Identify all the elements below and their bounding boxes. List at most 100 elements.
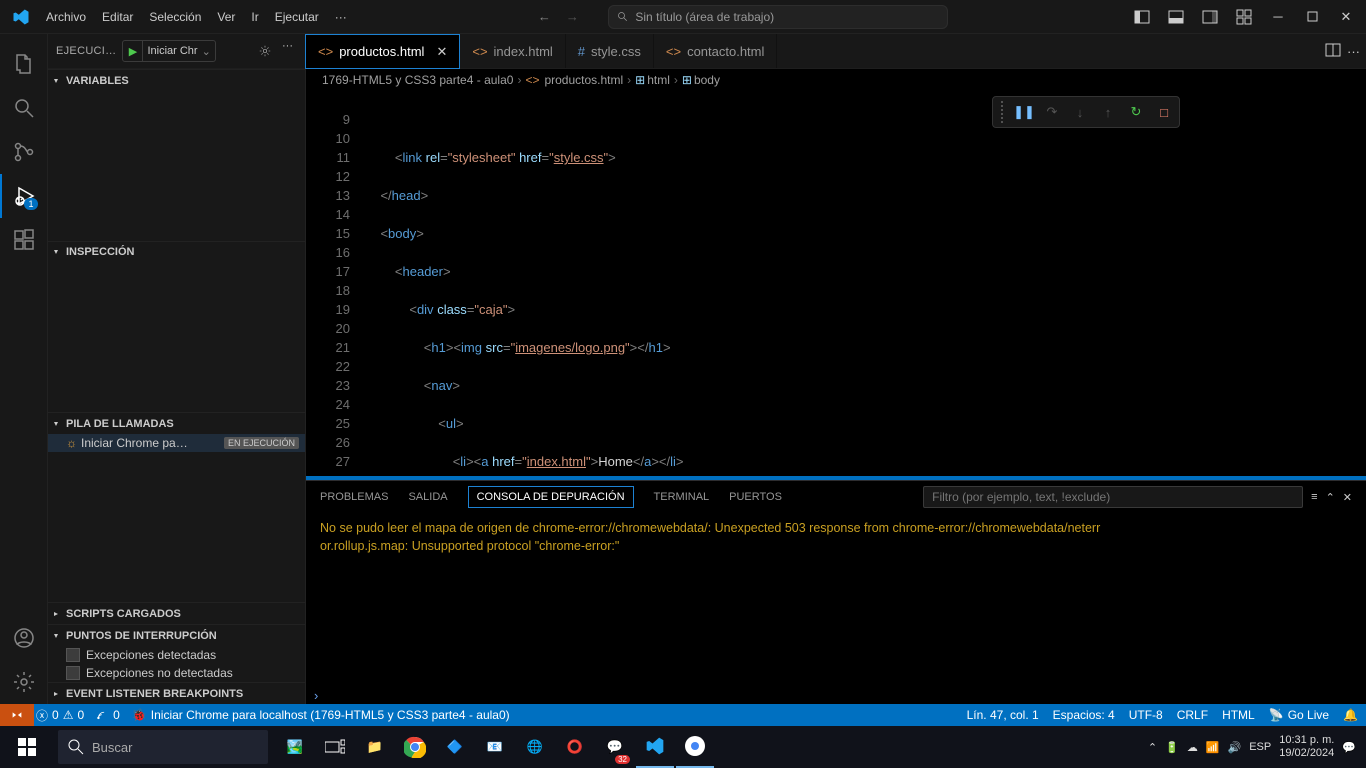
more-actions-icon[interactable]: ··· — [1347, 44, 1360, 59]
more-icon[interactable]: ··· — [278, 40, 297, 62]
taskbar-vscode[interactable] — [636, 726, 674, 768]
panel-tab-problems[interactable]: PROBLEMAS — [320, 487, 388, 507]
menu-more[interactable]: ··· — [327, 6, 355, 28]
status-launch[interactable]: 🐞 Iniciar Chrome para localhost (1769-HT… — [132, 708, 510, 722]
taskbar-search[interactable]: Buscar — [58, 730, 268, 764]
tab-index[interactable]: <>index.html — [460, 34, 565, 68]
panel-resize-handle[interactable] — [306, 476, 1366, 480]
editor-tabs: <>productos.html✕ <>index.html #style.cs… — [306, 34, 1366, 69]
status-errors[interactable]: ⓧ 0 ⚠ 0 — [36, 707, 84, 724]
system-tray[interactable]: ⌃ 🔋 ☁ 📶 🔊 ESP 10:31 p. m.19/02/2024 💬 — [1148, 734, 1362, 760]
stop-button[interactable]: □ — [1153, 101, 1175, 123]
command-center[interactable]: Sin título (área de trabajo) — [608, 5, 948, 29]
menu-selection[interactable]: Selección — [141, 6, 209, 28]
menu-go[interactable]: Ir — [243, 6, 266, 28]
tray-onedrive-icon[interactable]: ☁ — [1187, 741, 1198, 754]
task-view-icon[interactable] — [316, 726, 354, 768]
bp-caught[interactable]: Excepciones detectadas — [48, 646, 305, 664]
tray-language[interactable]: ESP — [1249, 741, 1271, 753]
section-loaded-scripts[interactable]: SCRIPTS CARGADOS — [48, 602, 305, 624]
tray-battery-icon[interactable]: 🔋 — [1165, 741, 1179, 754]
close-icon[interactable]: ✕ — [436, 44, 447, 60]
breadcrumb[interactable]: 1769-HTML5 y CSS3 parte4 - aula0› <>prod… — [306, 69, 1366, 91]
status-cursor[interactable]: Lín. 47, col. 1 — [967, 708, 1039, 722]
tray-volume-icon[interactable]: 🔊 — [1228, 741, 1242, 754]
launch-config[interactable]: ▶ Iniciar Chr⌄ — [122, 40, 215, 62]
activity-scm[interactable] — [0, 130, 48, 174]
layout-toggle-3[interactable] — [1194, 3, 1226, 31]
drag-handle-icon[interactable] — [997, 101, 1007, 123]
window-maximize[interactable] — [1296, 3, 1328, 31]
tab-productos[interactable]: <>productos.html✕ — [306, 34, 460, 68]
start-debug-button[interactable]: ▶ — [123, 41, 143, 61]
layout-toggle-1[interactable] — [1126, 3, 1158, 31]
taskbar-app1[interactable]: 🔷 — [436, 726, 474, 768]
status-spaces[interactable]: Espacios: 4 — [1053, 708, 1115, 722]
taskbar-opera[interactable]: ⭕ — [556, 726, 594, 768]
bp-uncaught[interactable]: Excepciones no detectadas — [48, 664, 305, 682]
debug-console-output[interactable]: No se pudo leer el mapa de origen de chr… — [306, 513, 1366, 704]
debug-console-input[interactable]: › — [306, 686, 1366, 704]
callstack-item[interactable]: ☼ Iniciar Chrome pa… EN EJECUCIÓN — [48, 434, 305, 452]
taskbar-weather[interactable]: 🏞️ — [276, 726, 314, 768]
taskbar-edge[interactable]: 🌐 — [516, 726, 554, 768]
section-variables[interactable]: VARIABLES — [48, 69, 305, 91]
start-button[interactable] — [4, 726, 50, 768]
tray-wifi-icon[interactable]: 📶 — [1206, 741, 1220, 754]
status-eol[interactable]: CRLF — [1177, 708, 1208, 722]
taskbar-chrome2[interactable] — [676, 726, 714, 768]
maximize-panel-icon[interactable]: ⌃ — [1326, 491, 1335, 504]
status-golive[interactable]: 📡 Go Live — [1269, 708, 1329, 722]
window-minimize[interactable]: ─ — [1262, 3, 1294, 31]
debug-toolbar[interactable]: ❚❚ ↷ ↓ ↑ ↻ □ — [992, 96, 1180, 128]
close-panel-icon[interactable]: ✕ — [1343, 491, 1352, 504]
section-callstack[interactable]: PILA DE LLAMADAS — [48, 412, 305, 434]
panel-tab-output[interactable]: SALIDA — [408, 487, 447, 507]
layout-customize[interactable] — [1228, 3, 1260, 31]
activity-account[interactable] — [0, 616, 48, 660]
activity-settings[interactable] — [0, 660, 48, 704]
activity-extensions[interactable] — [0, 218, 48, 262]
clear-console-icon[interactable]: ≡ — [1311, 491, 1317, 503]
menu-edit[interactable]: Editar — [94, 6, 141, 28]
taskbar-chrome[interactable] — [396, 726, 434, 768]
gear-icon[interactable] — [254, 40, 276, 62]
panel-tab-terminal[interactable]: TERMINAL — [654, 487, 710, 507]
panel-tab-debug-console[interactable]: CONSOLA DE DEPURACIÓN — [468, 486, 634, 508]
filter-input[interactable] — [923, 486, 1303, 508]
activity-explorer[interactable] — [0, 42, 48, 86]
status-language[interactable]: HTML — [1222, 708, 1255, 722]
taskbar-outlook[interactable]: 📧 — [476, 726, 514, 768]
status-radio[interactable]: 0 — [96, 708, 120, 722]
tray-clock[interactable]: 10:31 p. m.19/02/2024 — [1279, 734, 1334, 760]
tab-style[interactable]: #style.css — [566, 34, 654, 68]
section-event-listeners[interactable]: EVENT LISTENER BREAKPOINTS — [48, 682, 305, 704]
tray-chevron-icon[interactable]: ⌃ — [1148, 741, 1157, 754]
remote-indicator[interactable] — [8, 708, 24, 722]
section-watch[interactable]: INSPECCIÓN — [48, 241, 305, 263]
section-breakpoints[interactable]: PUNTOS DE INTERRUPCIÓN — [48, 624, 305, 646]
layout-toggle-2[interactable] — [1160, 3, 1192, 31]
step-into-button[interactable]: ↓ — [1069, 101, 1091, 123]
nav-back[interactable]: ← — [532, 5, 556, 29]
menu-file[interactable]: Archivo — [38, 6, 94, 28]
status-bell[interactable]: 🔔 — [1343, 708, 1358, 722]
taskbar-whatsapp[interactable]: 💬32 — [596, 726, 634, 768]
status-encoding[interactable]: UTF-8 — [1129, 708, 1163, 722]
nav-forward[interactable]: → — [560, 5, 584, 29]
menu-view[interactable]: Ver — [209, 6, 243, 28]
tray-notifications-icon[interactable]: 💬 — [1342, 741, 1356, 754]
tab-contacto[interactable]: <>contacto.html — [654, 34, 778, 68]
activity-search[interactable] — [0, 86, 48, 130]
window-close[interactable]: ✕ — [1330, 3, 1362, 31]
pause-button[interactable]: ❚❚ — [1013, 101, 1035, 123]
panel-tab-ports[interactable]: PUERTOS — [729, 487, 782, 507]
menu-run[interactable]: Ejecutar — [267, 6, 327, 28]
activity-debug[interactable]: 1 — [0, 174, 48, 218]
windows-taskbar: Buscar 🏞️ 📁 🔷 📧 🌐 ⭕ 💬32 ⌃ 🔋 ☁ 📶 🔊 ESP 10… — [0, 726, 1366, 768]
step-out-button[interactable]: ↑ — [1097, 101, 1119, 123]
split-editor-icon[interactable] — [1325, 42, 1341, 61]
taskbar-explorer[interactable]: 📁 — [356, 726, 394, 768]
step-over-button[interactable]: ↷ — [1041, 101, 1063, 123]
restart-button[interactable]: ↻ — [1125, 101, 1147, 123]
